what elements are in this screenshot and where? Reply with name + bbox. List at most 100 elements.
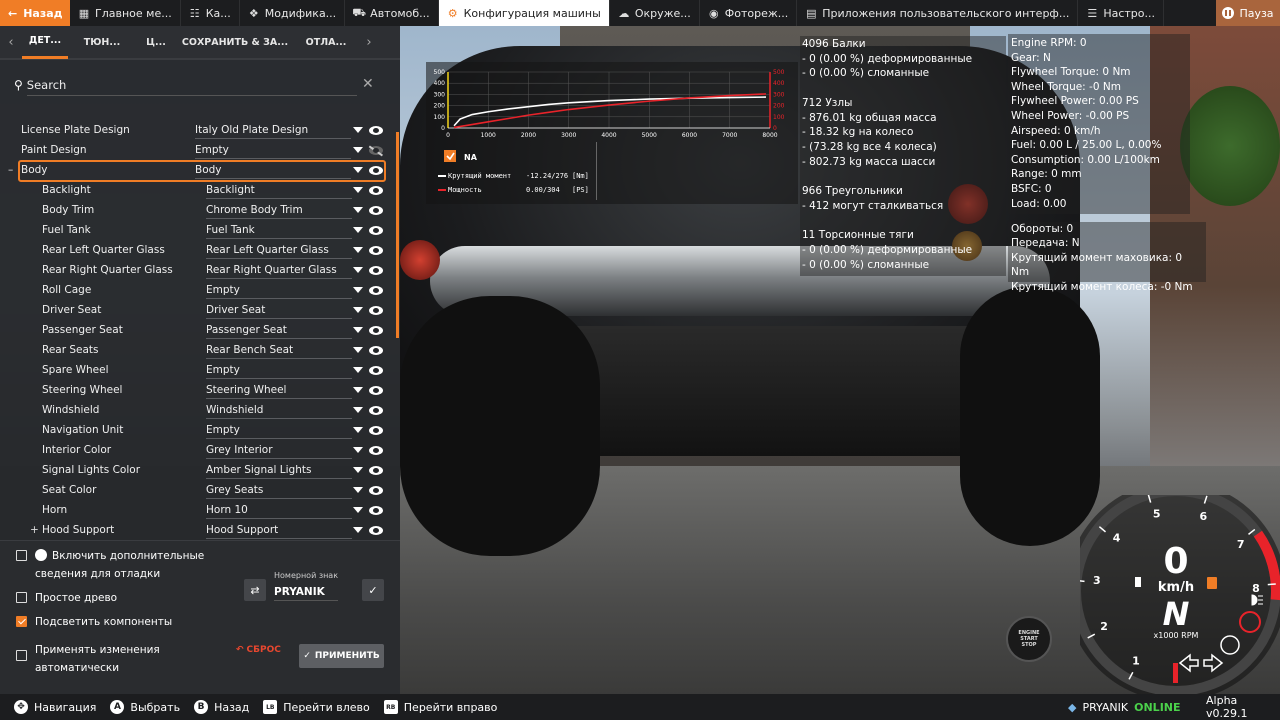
engine-start-stop-button[interactable]: ENGINE START STOP	[1006, 616, 1052, 662]
eye-icon[interactable]	[369, 285, 383, 295]
part-select[interactable]: Grey Seats	[206, 481, 352, 499]
chevron-down-icon[interactable]	[353, 367, 363, 373]
chevron-down-icon[interactable]	[353, 467, 363, 473]
eye-icon[interactable]	[369, 485, 383, 495]
eye-icon[interactable]	[369, 385, 383, 395]
part-row[interactable]: Windshield Windshield	[0, 400, 392, 420]
eye-icon[interactable]	[369, 185, 383, 195]
debug-info-option[interactable]: Включить дополнительные сведения для отл…	[16, 547, 236, 583]
part-row[interactable]: Navigation Unit Empty	[0, 420, 392, 440]
part-select[interactable]: Empty	[195, 141, 351, 159]
chevron-down-icon[interactable]	[353, 307, 363, 313]
eye-icon[interactable]	[369, 225, 383, 235]
chevron-down-icon[interactable]	[353, 187, 363, 193]
eye-icon[interactable]	[369, 245, 383, 255]
tab-map[interactable]: ☷ Ка...	[181, 0, 240, 26]
tab-puzzle[interactable]: ❖ Модифика...	[240, 0, 346, 26]
chevron-down-icon[interactable]	[353, 487, 363, 493]
part-row[interactable]: Driver Seat Driver Seat	[0, 300, 392, 320]
tab-parts[interactable]: ДЕТ...	[22, 25, 68, 59]
eye-icon[interactable]	[369, 365, 383, 375]
part-row[interactable]: Horn Horn 10	[0, 500, 392, 520]
tab-paint[interactable]: Ц...	[136, 25, 176, 59]
part-select[interactable]: Empty	[206, 281, 352, 299]
eye-icon[interactable]	[369, 205, 383, 215]
eye-icon[interactable]	[369, 465, 383, 475]
part-row[interactable]: Passenger Seat Passenger Seat	[0, 320, 392, 340]
eye-icon[interactable]	[369, 445, 383, 455]
legend-na-checkbox[interactable]	[444, 150, 456, 162]
highlight-parts-option[interactable]: Подсветить компоненты	[16, 613, 172, 631]
eye-icon[interactable]	[369, 125, 383, 135]
part-select[interactable]: Hood Support	[206, 521, 352, 539]
simple-tree-checkbox[interactable]	[16, 592, 27, 603]
highlight-parts-checkbox[interactable]	[16, 616, 27, 627]
tab-debug[interactable]: ОТЛА...	[294, 25, 358, 59]
chevron-down-icon[interactable]	[353, 207, 363, 213]
chevron-down-icon[interactable]	[353, 147, 363, 153]
pause-button[interactable]: Пауза	[1216, 0, 1280, 26]
confirm-plate-button[interactable]: ✓	[362, 579, 384, 601]
scrollbar[interactable]	[396, 132, 399, 338]
part-select[interactable]: Body	[195, 161, 351, 179]
chevron-down-icon[interactable]	[353, 347, 363, 353]
eye-icon[interactable]	[369, 325, 383, 335]
chevron-down-icon[interactable]	[353, 407, 363, 413]
tab-car-config[interactable]: ⚙ Конфигурация машины	[438, 0, 610, 26]
eye-icon[interactable]	[369, 265, 383, 275]
chevron-down-icon[interactable]	[353, 287, 363, 293]
eye-icon[interactable]	[369, 505, 383, 515]
part-select[interactable]: Backlight	[206, 181, 352, 199]
part-select[interactable]: Chrome Body Trim	[206, 201, 352, 219]
tab-tuning[interactable]: ТЮН...	[68, 25, 136, 59]
close-icon[interactable]: ✕	[362, 76, 374, 92]
part-row[interactable]: Steering Wheel Steering Wheel	[0, 380, 392, 400]
part-row[interactable]: Fuel Tank Fuel Tank	[0, 220, 392, 240]
part-select[interactable]: Rear Bench Seat	[206, 341, 352, 359]
part-row[interactable]: Rear Seats Rear Bench Seat	[0, 340, 392, 360]
eye-icon[interactable]	[369, 525, 383, 535]
part-row[interactable]: Backlight Backlight	[0, 180, 392, 200]
part-select[interactable]: Windshield	[206, 401, 352, 419]
part-select[interactable]: Amber Signal Lights	[206, 461, 352, 479]
debug-info-checkbox[interactable]	[16, 550, 27, 561]
eye-icon[interactable]	[369, 345, 383, 355]
search-input[interactable]	[26, 74, 357, 96]
part-row[interactable]: Paint Design Empty	[0, 140, 392, 160]
part-select[interactable]: Italy Old Plate Design	[195, 121, 351, 139]
simple-tree-option[interactable]: Простое древо	[16, 589, 117, 607]
plate-input[interactable]	[274, 583, 338, 601]
part-select[interactable]: Rear Right Quarter Glass	[206, 261, 352, 279]
chevron-down-icon[interactable]	[353, 387, 363, 393]
chevron-down-icon[interactable]	[353, 227, 363, 233]
chevron-down-icon[interactable]	[353, 247, 363, 253]
part-select[interactable]: Driver Seat	[206, 301, 352, 319]
part-select[interactable]: Passenger Seat	[206, 321, 352, 339]
part-select[interactable]: Grey Interior	[206, 441, 352, 459]
chevron-down-icon[interactable]	[353, 447, 363, 453]
tab-ui-apps[interactable]: ▤ Приложения пользовательского интерф...	[797, 0, 1079, 26]
auto-apply-option[interactable]: Применять изменения автоматически	[16, 641, 196, 677]
eye-icon[interactable]	[369, 425, 383, 435]
tab-weather[interactable]: ☁ Окруже...	[610, 0, 700, 26]
chevron-down-icon[interactable]	[353, 127, 363, 133]
part-row[interactable]: Roll Cage Empty	[0, 280, 392, 300]
chevron-left-icon[interactable]: ‹	[0, 25, 22, 59]
part-select[interactable]: Horn 10	[206, 501, 352, 519]
part-select[interactable]: Rear Left Quarter Glass	[206, 241, 352, 259]
part-row[interactable]: Signal Lights Color Amber Signal Lights	[0, 460, 392, 480]
expand-icon[interactable]: +	[30, 524, 39, 536]
apply-button[interactable]: ✓ ПРИМЕНИТЬ	[299, 644, 384, 668]
shuffle-button[interactable]: ⇄	[244, 579, 266, 601]
part-row[interactable]: Spare Wheel Empty	[0, 360, 392, 380]
part-select[interactable]: Empty	[206, 361, 352, 379]
chevron-down-icon[interactable]	[353, 507, 363, 513]
collapse-icon[interactable]: –	[8, 164, 13, 176]
chevron-down-icon[interactable]	[353, 427, 363, 433]
part-select[interactable]: Empty	[206, 421, 352, 439]
part-row[interactable]: Rear Right Quarter Glass Rear Right Quart…	[0, 260, 392, 280]
reset-button[interactable]: ↶ СБРОС	[236, 645, 281, 655]
chevron-right-icon[interactable]: ›	[358, 25, 380, 59]
tab-car[interactable]: ⛟ Автомоб...	[345, 0, 439, 26]
part-row[interactable]: License Plate Design Italy Old Plate Desi…	[0, 120, 392, 140]
